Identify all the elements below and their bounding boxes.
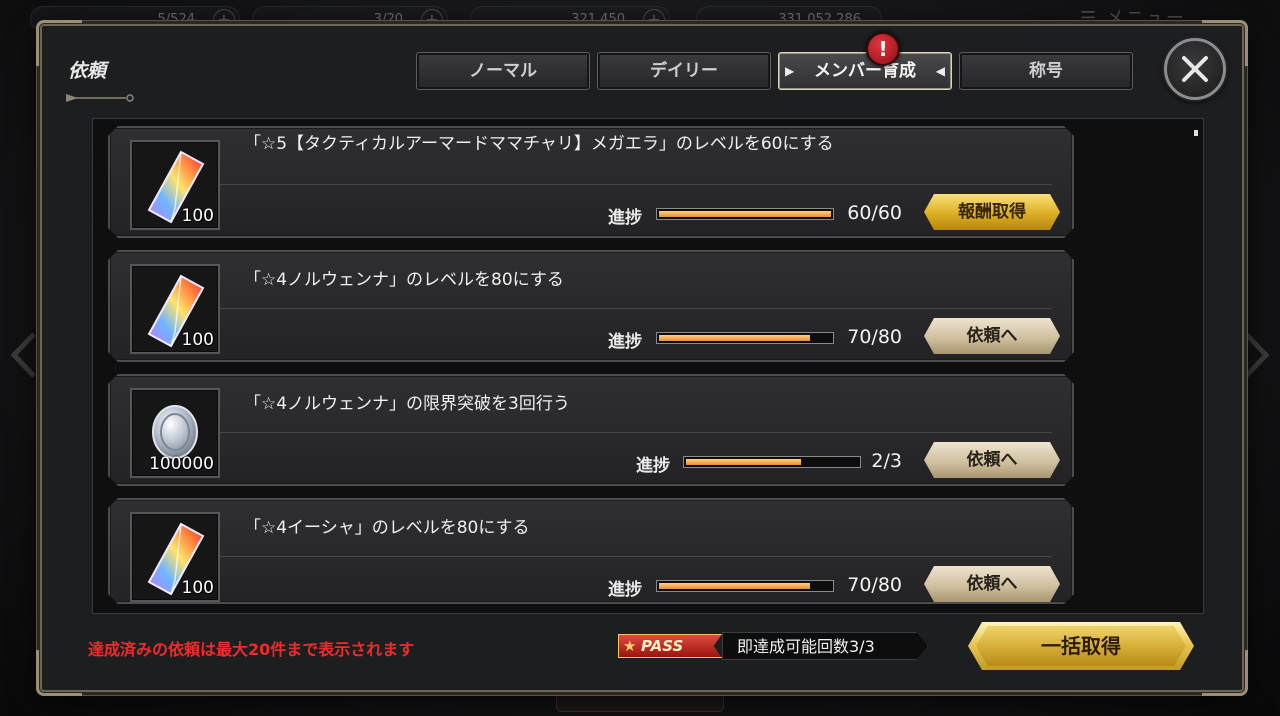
quest-description: 「☆4ノルウェンナ」のレベルを80にする xyxy=(244,270,564,290)
card-divider xyxy=(220,308,1052,309)
close-icon xyxy=(1182,56,1208,82)
go-to-quest-button[interactable]: 依頼へ xyxy=(924,566,1060,602)
quest-card: 100000 「☆4ノルウェンナ」の限界突破を3回行う 進捗 2/3 依頼へ xyxy=(108,374,1074,486)
quest-card: 100 「☆4ノルウェンナ」のレベルを80にする 進捗 70/80 依頼へ xyxy=(108,250,1074,362)
progress-label: 進捗 xyxy=(636,456,670,476)
pass-instant-complete: ★ PASS 即達成可能回数3/3 xyxy=(618,632,930,660)
reward-quantity: 100 xyxy=(181,330,214,350)
progress-count: 2/3 xyxy=(871,450,902,472)
tab-arrow-left-icon: ▶ xyxy=(785,64,795,78)
claim-reward-button[interactable]: 報酬取得 xyxy=(924,194,1060,230)
tab-member-training[interactable]: ▶ メンバー育成 ◀ xyxy=(778,52,952,90)
tab-normal[interactable]: ノーマル xyxy=(416,52,590,90)
reward-quantity: 100 xyxy=(181,578,214,598)
bulk-claim-button[interactable]: 一括取得 xyxy=(968,622,1194,670)
progress-bar xyxy=(656,208,834,220)
reward-slot[interactable]: 100 xyxy=(130,140,220,230)
progress-label: 進捗 xyxy=(608,208,642,228)
progress-label: 進捗 xyxy=(608,332,642,352)
progress-count: 70/80 xyxy=(847,574,902,596)
bulk-claim-label: 一括取得 xyxy=(976,626,1186,666)
card-divider xyxy=(220,432,1052,433)
progress-label: 進捗 xyxy=(608,580,642,600)
progress-bar xyxy=(656,580,834,592)
star-icon: ★ xyxy=(623,637,637,655)
frame-corner-ornament xyxy=(1202,650,1248,696)
progress-count: 70/80 xyxy=(847,326,902,348)
close-button[interactable] xyxy=(1164,38,1226,100)
list-scrollbar[interactable] xyxy=(1194,130,1198,136)
go-to-quest-button[interactable]: 依頼へ xyxy=(924,318,1060,354)
reward-slot[interactable]: 100 xyxy=(130,512,220,602)
quest-description: 「☆4イーシャ」のレベルを80にする xyxy=(244,518,530,538)
alert-icon: ! xyxy=(866,32,900,66)
progress-count: 60/60 xyxy=(847,202,902,224)
quest-description: 「☆5【タクティカルアーマードママチャリ】メガエラ」のレベルを60にする xyxy=(244,134,834,154)
frame-corner-ornament xyxy=(36,650,82,696)
go-to-quest-button[interactable]: 依頼へ xyxy=(924,442,1060,478)
instant-complete-count: 即達成可能回数3/3 xyxy=(722,632,928,660)
completed-limit-notice: 達成済みの依頼は最大20件まで表示されます xyxy=(88,640,415,659)
reward-slot[interactable]: 100000 xyxy=(130,388,220,478)
progress-fill xyxy=(659,335,810,341)
reward-quantity: 100000 xyxy=(149,454,214,474)
quest-dialog: 依頼 ノーマル デイリー ▶ メンバー育成 ◀ 称号 ! 100 「☆5【タクテ… xyxy=(36,20,1248,696)
progress-bar xyxy=(656,332,834,344)
progress-fill xyxy=(659,211,831,217)
title-ornament-icon xyxy=(66,94,134,102)
tab-arrow-right-icon: ◀ xyxy=(935,64,945,78)
pass-badge: ★ PASS xyxy=(618,634,722,658)
card-divider xyxy=(220,556,1052,557)
card-divider xyxy=(220,184,1052,185)
tab-daily[interactable]: デイリー xyxy=(597,52,771,90)
quest-card: 100 「☆4イーシャ」のレベルを80にする 進捗 70/80 依頼へ xyxy=(108,498,1074,604)
quest-card: 100 「☆5【タクティカルアーマードママチャリ】メガエラ」のレベルを60にする… xyxy=(108,126,1074,238)
progress-fill xyxy=(659,583,810,589)
tab-title[interactable]: 称号 xyxy=(959,52,1133,90)
progress-fill xyxy=(686,459,801,465)
reward-quantity: 100 xyxy=(181,206,214,226)
dialog-title: 依頼 xyxy=(68,60,107,82)
quest-description: 「☆4ノルウェンナ」の限界突破を3回行う xyxy=(244,394,570,414)
reward-slot[interactable]: 100 xyxy=(130,264,220,354)
left-arrow-icon xyxy=(10,332,36,378)
